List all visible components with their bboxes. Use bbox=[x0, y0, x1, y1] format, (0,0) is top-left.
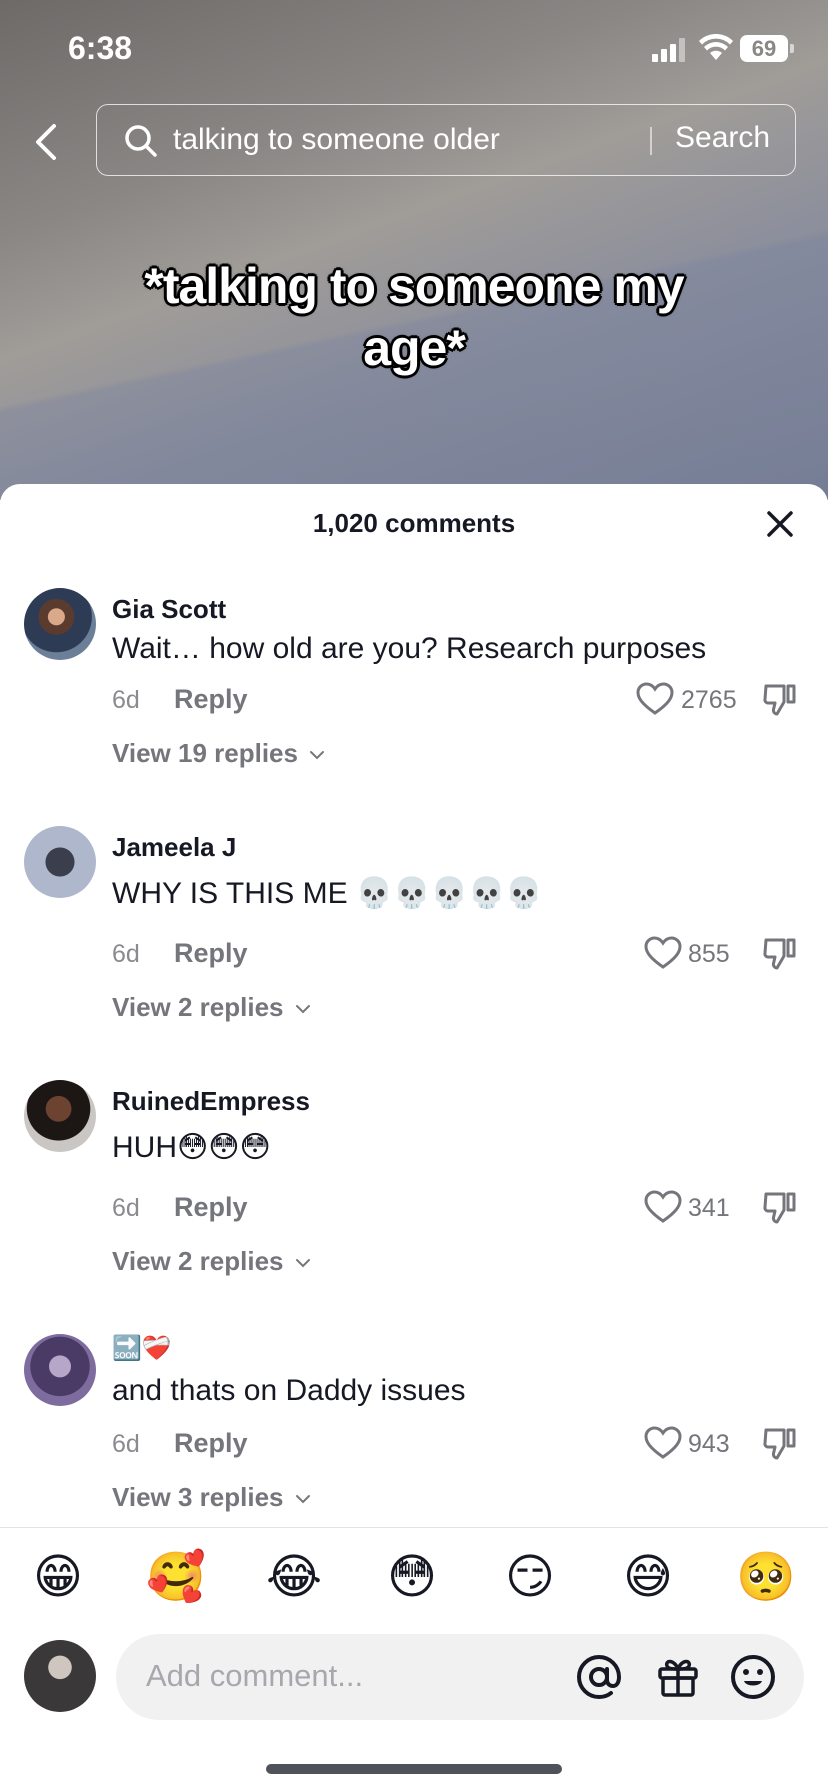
quick-emoji[interactable]: 😏 bbox=[500, 1548, 560, 1608]
comment-username[interactable]: RuinedEmpress bbox=[112, 1086, 310, 1117]
comment-time: 6d bbox=[112, 686, 140, 714]
view-replies-button[interactable]: View 3 replies bbox=[112, 1482, 311, 1513]
cellular-signal-icon bbox=[652, 38, 688, 62]
avatar[interactable] bbox=[24, 1080, 96, 1152]
comment-text: HUH😳😳😳 bbox=[112, 1131, 271, 1164]
search-button[interactable]: Search bbox=[675, 121, 770, 155]
comment-text: and thats on Daddy issues bbox=[112, 1374, 466, 1407]
comment-time: 6d bbox=[112, 1194, 140, 1222]
quick-emoji[interactable]: 🥺 bbox=[736, 1548, 796, 1608]
comments-count-title: 1,020 comments bbox=[312, 508, 516, 538]
like-count: 341 bbox=[688, 1194, 730, 1222]
dislike-icon[interactable] bbox=[762, 1426, 796, 1462]
quick-emoji[interactable]: 😅 bbox=[618, 1548, 678, 1608]
chevron-down-icon bbox=[295, 1005, 310, 1014]
chevron-down-icon bbox=[295, 1259, 310, 1268]
quick-emoji[interactable]: 🥰 bbox=[146, 1548, 206, 1608]
view-replies-button[interactable]: View 19 replies bbox=[112, 738, 325, 769]
view-replies-label: View 2 replies bbox=[112, 1246, 284, 1276]
comment-username[interactable]: Jameela J bbox=[112, 832, 236, 863]
reply-button[interactable]: Reply bbox=[174, 684, 248, 715]
comment-input[interactable]: Add comment... bbox=[116, 1634, 804, 1720]
battery-indicator: 69 bbox=[740, 35, 794, 62]
reply-button[interactable]: Reply bbox=[174, 1428, 248, 1459]
dislike-icon[interactable] bbox=[762, 936, 796, 972]
chevron-down-icon bbox=[295, 1495, 310, 1504]
status-bar: 6:38 69 bbox=[0, 0, 828, 100]
comment-time: 6d bbox=[112, 1430, 140, 1458]
reply-button[interactable]: Reply bbox=[174, 938, 248, 969]
chevron-down-icon bbox=[310, 751, 325, 760]
comment-input-placeholder: Add comment... bbox=[146, 1658, 364, 1693]
wifi-icon bbox=[699, 34, 733, 60]
comment-text: WHY IS THIS ME 💀💀💀💀💀 bbox=[112, 877, 543, 910]
heart-icon[interactable] bbox=[636, 682, 674, 716]
bottom-divider bbox=[0, 1527, 828, 1528]
heart-icon[interactable] bbox=[644, 1190, 682, 1224]
view-replies-button[interactable]: View 2 replies bbox=[112, 992, 311, 1023]
quick-emoji-row: 😁 🥰 😂 😳 😏 😅 🥺 bbox=[0, 1548, 828, 1612]
heart-icon[interactable] bbox=[644, 936, 682, 970]
comment-username[interactable]: 🔜❤️‍🩹 bbox=[112, 1334, 172, 1363]
dislike-icon[interactable] bbox=[762, 1190, 796, 1226]
video-caption: *talking to someone my age* bbox=[144, 258, 684, 376]
quick-emoji[interactable]: 😂 bbox=[264, 1548, 324, 1608]
emoji-icon[interactable] bbox=[730, 1654, 776, 1700]
reply-button[interactable]: Reply bbox=[174, 1192, 248, 1223]
avatar[interactable] bbox=[24, 1334, 96, 1406]
dislike-icon[interactable] bbox=[762, 682, 796, 718]
comment-username[interactable]: Gia Scott bbox=[112, 594, 226, 625]
view-replies-label: View 19 replies bbox=[112, 738, 298, 768]
current-user-avatar bbox=[24, 1640, 96, 1712]
quick-emoji[interactable]: 😳 bbox=[382, 1548, 442, 1608]
home-indicator bbox=[266, 1764, 562, 1774]
search-icon bbox=[125, 125, 157, 157]
gift-icon[interactable] bbox=[656, 1654, 700, 1698]
search-bar[interactable]: talking to someone older Search bbox=[96, 104, 796, 176]
avatar[interactable] bbox=[24, 826, 96, 898]
comment-time: 6d bbox=[112, 940, 140, 968]
heart-icon[interactable] bbox=[644, 1426, 682, 1460]
comment-text: Wait… how old are you? Research purposes bbox=[112, 632, 707, 665]
search-input[interactable]: talking to someone older bbox=[173, 123, 500, 157]
avatar[interactable] bbox=[24, 588, 96, 660]
view-replies-button[interactable]: View 2 replies bbox=[112, 1246, 311, 1277]
search-divider bbox=[650, 127, 652, 155]
video-background[interactable]: 6:38 69 talking to someone older Search … bbox=[0, 0, 828, 500]
like-count: 855 bbox=[688, 940, 730, 968]
close-icon[interactable] bbox=[764, 508, 796, 540]
quick-emoji[interactable]: 😁 bbox=[28, 1548, 88, 1608]
view-replies-label: View 3 replies bbox=[112, 1482, 284, 1512]
back-icon[interactable] bbox=[30, 120, 62, 164]
like-count: 2765 bbox=[681, 686, 737, 714]
like-count: 943 bbox=[688, 1430, 730, 1458]
view-replies-label: View 2 replies bbox=[112, 992, 284, 1022]
status-time: 6:38 bbox=[68, 30, 133, 66]
mention-icon[interactable] bbox=[576, 1654, 622, 1700]
